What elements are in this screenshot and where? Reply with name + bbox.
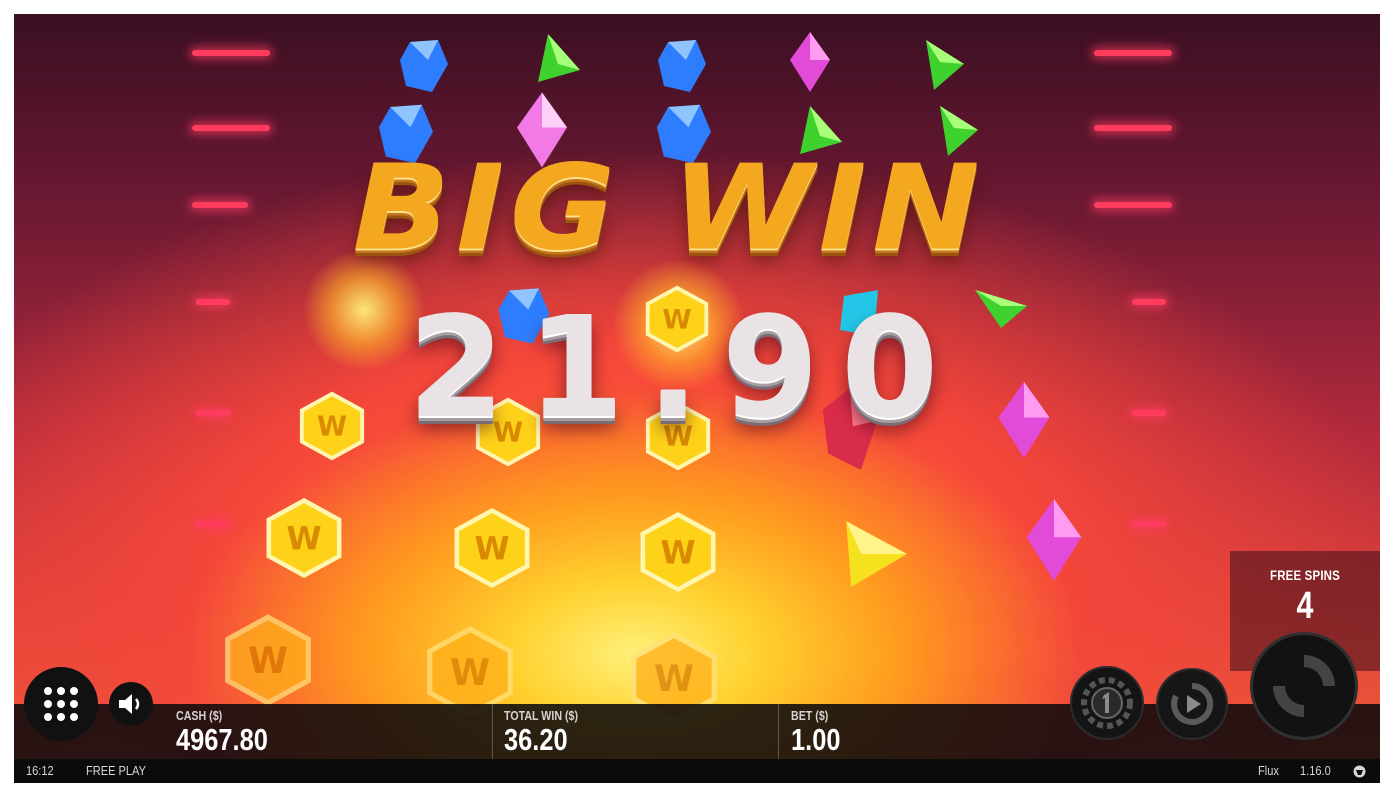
clock-time: 16:12	[26, 763, 54, 778]
wild-letter: W	[654, 657, 694, 700]
free-spins-count: 4	[1296, 585, 1314, 627]
divider	[778, 704, 779, 759]
blue-gem-symbol	[400, 40, 448, 92]
wild-letter: W	[286, 521, 321, 557]
autoplay-icon	[1171, 682, 1214, 725]
wild-letter: W	[474, 531, 509, 567]
wild-letter: W	[660, 535, 695, 571]
payline-marker-right	[1094, 125, 1172, 131]
payline-marker-left	[192, 125, 270, 131]
payline-marker-right	[1132, 299, 1166, 305]
thunderkick-logo-icon	[1353, 765, 1366, 778]
payline-marker-left	[192, 50, 270, 56]
game-version: 1.16.0	[1300, 763, 1331, 778]
bet-value[interactable]: 1.00	[791, 722, 840, 758]
payline-marker-right	[1094, 50, 1172, 56]
free-spins-label: FREE SPINS	[1270, 567, 1340, 583]
green-gem-symbol	[926, 40, 964, 90]
pink-gem-symbol	[790, 32, 830, 92]
payline-marker-right	[1132, 410, 1166, 416]
game-name: Flux	[1258, 763, 1279, 778]
sound-button[interactable]	[109, 682, 153, 726]
wild-letter: W	[450, 651, 490, 694]
wild-symbol: W	[266, 497, 342, 579]
payline-marker-left	[196, 410, 230, 416]
divider	[492, 704, 493, 759]
payline-marker-left	[196, 521, 230, 527]
speaker-icon	[119, 694, 140, 714]
blue-gem-symbol	[658, 40, 706, 92]
status-bar: 16:12 FREE PLAY Flux 1.16.0	[14, 759, 1380, 783]
bet-label: BET ($)	[791, 708, 829, 723]
wild-letter: W	[248, 639, 288, 682]
coin-value-button[interactable]	[1070, 666, 1144, 740]
wild-symbol: W	[640, 511, 716, 593]
green-gem-symbol	[538, 34, 580, 82]
spin-icon	[1273, 655, 1335, 717]
spin-button[interactable]	[1250, 632, 1358, 740]
coin-one-icon	[1081, 677, 1133, 729]
payline-marker-right	[1132, 521, 1166, 527]
payline-marker-right	[1094, 202, 1172, 208]
wild-symbol: W	[225, 614, 311, 706]
total-win-value: 36.20	[504, 722, 568, 757]
grid-icon	[44, 687, 78, 721]
autoplay-button[interactable]	[1156, 668, 1228, 740]
total-win-label: TOTAL WIN ($)	[504, 708, 579, 723]
play-mode: FREE PLAY	[86, 763, 146, 778]
win-amount-display: 21.90	[407, 287, 961, 450]
wild-symbol: W	[454, 507, 530, 589]
payline-marker-left	[196, 299, 230, 305]
pink-gem-symbol	[1026, 499, 1082, 581]
cash-value: 4967.80	[176, 722, 268, 757]
big-win-headline: BIG WIN	[352, 140, 986, 278]
yellow-gem-symbol	[846, 521, 907, 587]
game-viewport: W W W W W W W W W W BIG WIN 21.90 FREE S…	[14, 14, 1380, 783]
menu-button[interactable]	[24, 667, 98, 741]
cash-label: CASH ($)	[176, 708, 223, 723]
